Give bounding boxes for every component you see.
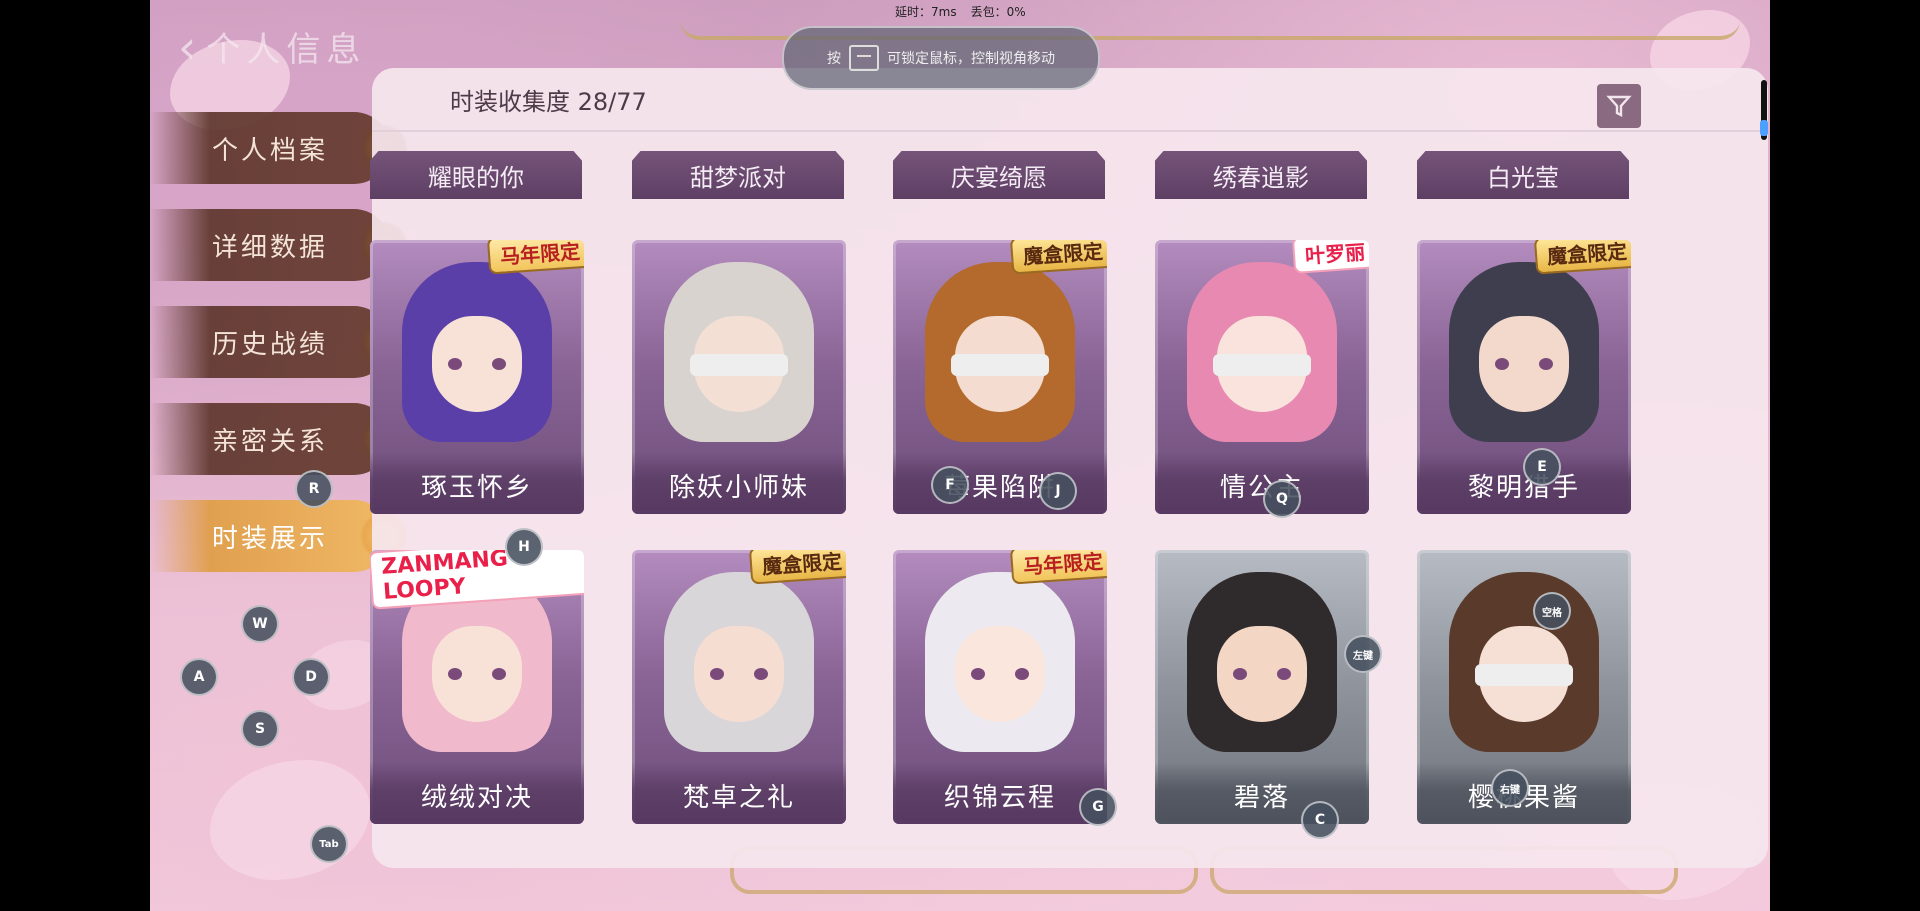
costume-card[interactable]: 绒绒对决 ZANMANG LOOPY	[370, 550, 584, 824]
costume-card[interactable]: 梵卓之礼 魔盒限定	[632, 550, 846, 824]
costume-card[interactable]: 织锦云程 马年限定	[893, 550, 1107, 824]
tab-1[interactable]: 甜梦派对	[632, 151, 844, 199]
costume-card[interactable]: 情公主 叶罗丽	[1155, 240, 1369, 514]
tilde-key-icon	[849, 45, 879, 71]
limited-badge: 魔盒限定	[748, 550, 846, 585]
sidebar-item-0[interactable]: 个人档案	[150, 112, 408, 184]
back-button[interactable]: ‹ 个人信息	[178, 22, 366, 71]
sidebar-item-2[interactable]: 历史战绩	[150, 306, 408, 378]
limited-badge: 魔盒限定	[1009, 240, 1107, 275]
key-hint-6[interactable]: W	[241, 605, 279, 643]
network-stats: 延时：7ms 丢包：0%	[895, 3, 1026, 20]
character-eyes	[448, 358, 506, 370]
costume-name: 琢玉怀乡	[370, 452, 584, 514]
limited-badge: ZANMANG LOOPY	[370, 550, 584, 610]
key-hint-14[interactable]: C	[1301, 801, 1339, 839]
character-eyes	[710, 668, 768, 680]
costume-name: 绒绒对决	[370, 762, 584, 824]
tab-0[interactable]: 耀眼的你	[370, 151, 582, 199]
mouse-lock-hint: 按 可锁定鼠标，控制视角移动	[782, 26, 1100, 90]
key-hint-7[interactable]: 空格	[1533, 592, 1571, 630]
scrollbar-thumb[interactable]	[1760, 120, 1768, 136]
key-hint-9[interactable]: A	[180, 658, 218, 696]
costume-name: 梵卓之礼	[632, 762, 846, 824]
chevron-left-icon: ‹	[178, 19, 197, 74]
hint-text: 可锁定鼠标，控制视角移动	[887, 51, 1055, 67]
key-hint-2[interactable]: J	[1039, 472, 1077, 510]
sidebar-item-4[interactable]: 时装展示	[150, 500, 408, 572]
tab-2[interactable]: 庆宴绮愿	[893, 151, 1105, 199]
costume-card[interactable]: 碧落	[1155, 550, 1369, 824]
filter-icon	[1606, 95, 1632, 117]
character-eyes	[1495, 358, 1553, 370]
sidebar-item-label: 个人档案	[211, 135, 328, 166]
blindfold-icon	[1213, 354, 1311, 376]
key-hint-1[interactable]: F	[931, 466, 969, 504]
blindfold-icon	[690, 354, 788, 376]
key-hint-10[interactable]: D	[292, 658, 330, 696]
costume-name: 除妖小师妹	[632, 452, 846, 514]
collection-label: 时装收集度	[450, 87, 570, 116]
key-hint-0[interactable]: R	[295, 470, 333, 508]
sidebar-item-3[interactable]: 亲密关系	[150, 403, 408, 475]
costume-card[interactable]: 除妖小师妹	[632, 240, 846, 514]
sidebar-item-1[interactable]: 详细数据	[150, 209, 408, 281]
petal-decoration	[210, 760, 370, 880]
collection-progress: 时装收集度 28/77	[450, 82, 647, 117]
key-hint-15[interactable]: Tab	[310, 825, 348, 863]
sidebar-item-label: 详细数据	[211, 232, 328, 263]
costume-card[interactable]: 莓果陷阱 魔盒限定	[893, 240, 1107, 514]
limited-badge: 叶罗丽	[1291, 240, 1369, 274]
sidebar-item-label: 历史战绩	[211, 329, 328, 360]
blindfold-icon	[951, 354, 1049, 376]
costume-name: 织锦云程	[893, 762, 1107, 824]
costume-name: 情公主	[1155, 452, 1369, 514]
key-hint-11[interactable]: S	[241, 710, 279, 748]
key-hint-3[interactable]: Q	[1263, 480, 1301, 518]
tab-4[interactable]: 白光莹	[1417, 151, 1629, 199]
latency-text: 延时：7ms	[895, 5, 957, 19]
sidebar-item-label: 时装展示	[211, 523, 328, 554]
packet-loss-text: 丢包：0%	[970, 5, 1026, 19]
limited-badge: 马年限定	[1009, 550, 1107, 585]
limited-badge: 魔盒限定	[1533, 240, 1631, 275]
character-eyes	[448, 668, 506, 680]
character-eyes	[971, 668, 1029, 680]
key-hint-12[interactable]: 右键	[1491, 769, 1529, 807]
sidebar-item-label: 亲密关系	[211, 426, 328, 457]
character-eyes	[1233, 668, 1291, 680]
sidebar: 个人档案详细数据历史战绩亲密关系时装展示	[150, 112, 408, 597]
key-hint-13[interactable]: G	[1079, 788, 1117, 826]
limited-badge: 马年限定	[486, 240, 584, 275]
game-screen: ‹ 个人信息 个人档案 详细数据 历史战绩 亲密关系 时装展示 时装收集度 28/77 …	[150, 0, 1770, 911]
filter-button[interactable]	[1597, 84, 1641, 128]
collection-count: 28/77	[577, 87, 647, 116]
tab-3[interactable]: 绣春逍影	[1155, 151, 1367, 199]
key-hint-8[interactable]: 左键	[1344, 635, 1382, 673]
hint-prefix: 按	[827, 51, 841, 67]
key-hint-4[interactable]: E	[1523, 448, 1561, 486]
key-hint-5[interactable]: H	[505, 528, 543, 566]
page-title: 个人信息	[206, 30, 367, 70]
costume-card[interactable]: 琢玉怀乡 马年限定	[370, 240, 584, 514]
blindfold-icon	[1475, 664, 1573, 686]
